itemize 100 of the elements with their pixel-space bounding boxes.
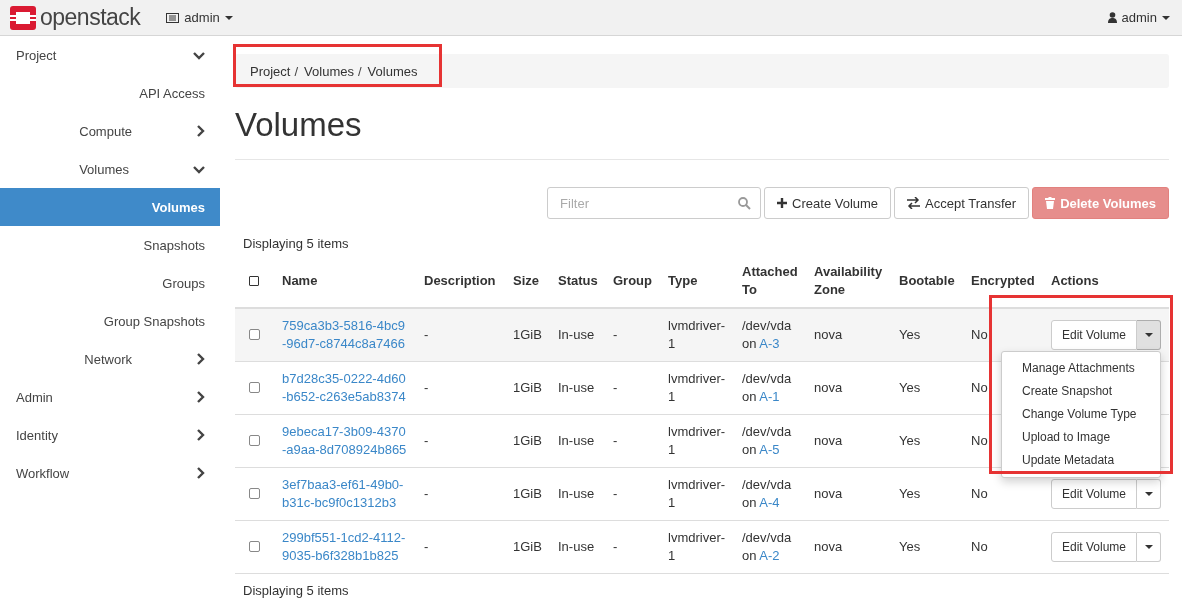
transfer-button[interactable]: Accept Transfer — [894, 187, 1030, 219]
dropdown-toggle[interactable] — [1137, 478, 1162, 509]
breadcrumb-link[interactable]: Volumes — [304, 63, 354, 79]
edit-volume-button[interactable]: Edit Volume — [1051, 531, 1138, 562]
table-cell: No — [971, 379, 988, 395]
trash-icon — [1045, 197, 1056, 209]
table-cell: - — [613, 379, 618, 395]
menu-item[interactable]: Create Snapshot — [1002, 379, 1160, 403]
dropdown-toggle[interactable] — [1137, 531, 1162, 562]
sidebar-group[interactable]: Identity — [0, 416, 220, 454]
sidebar-group[interactable]: Network — [0, 340, 220, 378]
volume-link[interactable]: 299bf551-1cd2-4112-9035-b6f328b1b825 — [282, 528, 408, 565]
breadcrumb-separator: / — [294, 63, 299, 79]
instance-link[interactable]: A-4 — [759, 494, 780, 510]
table-cell: No — [971, 326, 988, 342]
instance-link[interactable]: A-1 — [759, 388, 780, 404]
caret-icon — [1162, 15, 1170, 20]
table-cell-text: on — [742, 494, 758, 510]
sidebar-item[interactable]: Snapshots — [0, 226, 220, 264]
table-cell: - — [424, 379, 429, 395]
create-button[interactable]: Create Volume — [764, 187, 892, 219]
table-cell: - — [613, 432, 618, 448]
brand-name: openstack — [40, 4, 141, 31]
menu-item[interactable]: Manage Attachments — [1002, 356, 1160, 380]
page-title: Volumes — [235, 107, 362, 145]
table-cell: 1GiB — [513, 538, 542, 554]
sidebar-group[interactable]: Admin — [0, 378, 220, 416]
table-cell: 1GiB — [513, 432, 542, 448]
table-cell: Yes — [899, 379, 921, 395]
item-count: Displaying 5 items — [243, 236, 349, 253]
table-cell: nova — [814, 538, 843, 554]
edit-volume-button[interactable]: Edit Volume — [1051, 319, 1138, 350]
user-menu[interactable]: admin — [1107, 10, 1170, 25]
dropdown-toggle[interactable] — [1137, 319, 1162, 350]
table-cell: lvmdriver-1 — [668, 529, 726, 563]
filter-field[interactable]: Filter — [547, 187, 762, 219]
table-cell-text: on — [742, 335, 758, 351]
row-checkbox[interactable] — [249, 488, 260, 499]
instance-link[interactable]: A-5 — [759, 441, 780, 457]
table-cell: 1GiB — [513, 485, 542, 501]
table-cell: No — [971, 432, 988, 448]
user-icon — [1107, 12, 1117, 23]
caret-icon — [1144, 332, 1153, 337]
table-cell-text: /dev/vda — [742, 316, 793, 335]
caret-icon — [1144, 544, 1153, 549]
table-cell: In-use — [558, 538, 595, 554]
row-checkbox[interactable] — [249, 541, 260, 552]
table-cell: In-use — [558, 485, 595, 501]
select-all-checkbox[interactable] — [249, 276, 259, 286]
volume-link[interactable]: 9ebeca17-3b09-4370-a9aa-8d708924b865 — [282, 422, 408, 459]
table-cell: - — [613, 538, 618, 554]
instance-link[interactable]: A-3 — [759, 335, 780, 351]
sidebar-item[interactable]: API Access — [0, 74, 220, 112]
table-cell: lvmdriver-1 — [668, 476, 726, 510]
volume-link[interactable]: 3ef7baa3-ef61-49b0-b31c-bc9f0c1312b3 — [282, 475, 408, 512]
caret-icon — [1144, 491, 1153, 496]
table-cell: In-use — [558, 432, 595, 448]
sidebar-group[interactable]: Compute — [0, 112, 220, 150]
menu-item[interactable]: Upload to Image — [1002, 425, 1160, 449]
volume-link[interactable]: b7d28c35-0222-4d60-b652-c263e5ab8374 — [282, 369, 408, 406]
sidebar-group[interactable]: Project — [0, 36, 220, 74]
sidebar-group[interactable]: Workflow — [0, 454, 220, 492]
table-cell: nova — [814, 432, 843, 448]
menu-item[interactable]: Change Volume Type — [1002, 402, 1160, 426]
table-cell: - — [424, 326, 429, 342]
breadcrumb-link[interactable]: Volumes — [367, 63, 418, 79]
table-cell: In-use — [558, 326, 595, 342]
row-checkbox[interactable] — [249, 435, 260, 446]
table-cell-text: /dev/vda — [742, 369, 793, 388]
table-cell: 1GiB — [513, 379, 542, 395]
sidebar-group[interactable]: Volumes — [0, 150, 220, 188]
breadcrumb-link[interactable]: Project — [250, 63, 291, 79]
project-menu[interactable]: admin — [166, 10, 233, 25]
exchange-icon — [907, 197, 921, 209]
table-cell: lvmdriver-1 — [668, 423, 726, 457]
table-cell: - — [424, 538, 429, 554]
table-cell: Yes — [899, 538, 921, 554]
table-cell-text: /dev/vda — [742, 475, 793, 494]
menu-item[interactable]: Update Metadata — [1002, 448, 1160, 472]
row-checkbox[interactable] — [249, 382, 260, 393]
table-cell-text: on — [742, 388, 758, 404]
table-cell: In-use — [558, 379, 595, 395]
table-cell-text: on — [742, 441, 758, 457]
sidebar-item[interactable]: Groups — [0, 264, 220, 302]
row-checkbox[interactable] — [249, 329, 260, 341]
sidebar-item[interactable]: Group Snapshots — [0, 302, 220, 340]
caret-icon — [224, 15, 233, 20]
sidebar-item[interactable]: Volumes — [0, 188, 220, 226]
table-cell: 1GiB — [513, 326, 542, 342]
table-cell: Yes — [899, 326, 921, 342]
edit-volume-button[interactable]: Edit Volume — [1051, 478, 1138, 509]
table-cell: - — [613, 326, 618, 342]
table-cell: Yes — [899, 485, 921, 501]
table-cell: - — [424, 485, 429, 501]
instance-link[interactable]: A-2 — [759, 547, 780, 563]
table-cell: - — [613, 485, 618, 501]
table-cell: lvmdriver-1 — [668, 370, 726, 404]
table-cell: - — [424, 432, 429, 448]
table-cell: Yes — [899, 432, 921, 448]
item-count: Displaying 5 items — [243, 582, 349, 598]
